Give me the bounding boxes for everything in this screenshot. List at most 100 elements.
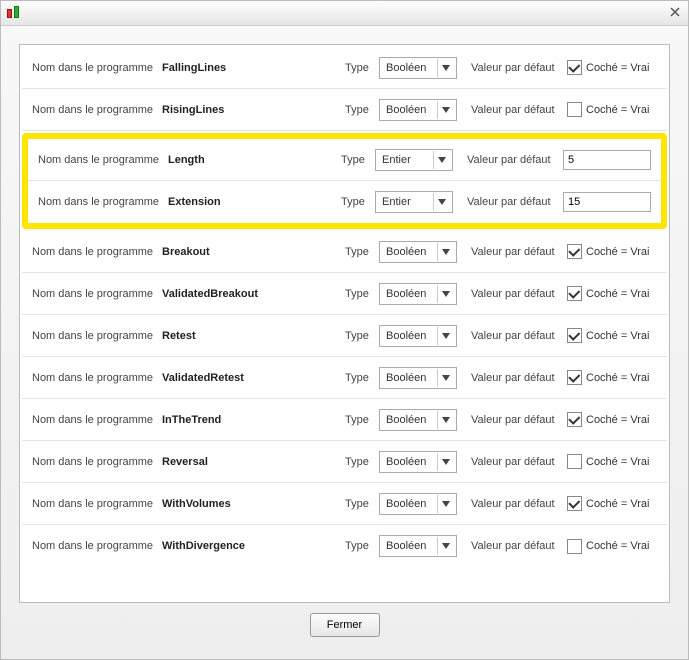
chevron-down-icon [437,453,454,471]
type-label: Type [345,372,379,384]
type-select[interactable]: Booléen [379,535,457,557]
default-checkbox[interactable] [567,412,582,427]
name-label: Nom dans le programme [32,288,162,300]
checked-true-label: Coché = Vrai [586,498,650,510]
chevron-down-icon [437,59,454,77]
default-label: Valeur par défaut [467,154,563,166]
default-checkbox[interactable] [567,328,582,343]
default-checkbox[interactable] [567,454,582,469]
checked-true-label: Coché = Vrai [586,104,650,116]
name-value: Breakout [162,246,345,258]
checked-true-label: Coché = Vrai [586,62,650,74]
chevron-down-icon [437,411,454,429]
type-select[interactable]: Booléen [379,493,457,515]
type-select[interactable]: Booléen [379,57,457,79]
default-label: Valeur par défaut [471,288,567,300]
name-label: Nom dans le programme [32,372,162,384]
type-select-value: Booléen [386,456,426,468]
default-label: Valeur par défaut [471,414,567,426]
type-label: Type [345,62,379,74]
type-label: Type [345,456,379,468]
default-label: Valeur par défaut [471,456,567,468]
default-label: Valeur par défaut [467,196,563,208]
param-row: Nom dans le programmeLengthType Entier Val… [28,139,661,181]
default-checkbox-wrap: Coché = Vrai [567,328,657,343]
type-select-value: Entier [382,154,411,166]
type-select-value: Booléen [386,498,426,510]
type-label: Type [341,196,375,208]
param-row: Nom dans le programmeWithVolumesTypeBool… [22,483,667,525]
default-checkbox-wrap: Coché = Vrai [567,412,657,427]
name-label: Nom dans le programme [32,540,162,552]
default-value-input[interactable] [563,192,651,212]
type-select-value: Booléen [386,246,426,258]
checked-true-label: Coché = Vrai [586,540,650,552]
name-label: Nom dans le programme [32,62,162,74]
name-value: ValidatedBreakout [162,288,345,300]
default-checkbox[interactable] [567,539,582,554]
type-select-value: Booléen [386,414,426,426]
type-select[interactable]: Booléen [379,99,457,121]
name-value: WithDivergence [162,540,345,552]
name-label: Nom dans le programme [38,154,168,166]
default-checkbox-wrap: Coché = Vrai [567,539,657,554]
chevron-down-icon [437,327,454,345]
type-select-value: Entier [382,196,411,208]
default-checkbox[interactable] [567,370,582,385]
chevron-down-icon [437,285,454,303]
name-label: Nom dans le programme [32,456,162,468]
type-select[interactable]: Booléen [379,283,457,305]
name-value: Extension [168,196,341,208]
type-select-value: Booléen [386,104,426,116]
name-value: ValidatedRetest [162,372,345,384]
app-icon [7,8,21,18]
name-value: InTheTrend [162,414,345,426]
chevron-down-icon [433,193,450,211]
param-row: Nom dans le programmeWithDivergenceTypeB… [22,525,667,567]
name-value: Length [168,154,341,166]
default-checkbox-wrap: Coché = Vrai [567,60,657,75]
default-label: Valeur par défaut [471,540,567,552]
default-checkbox[interactable] [567,286,582,301]
default-checkbox[interactable] [567,102,582,117]
default-label: Valeur par défaut [471,330,567,342]
type-label: Type [341,154,375,166]
type-select[interactable]: Booléen [379,451,457,473]
name-label: Nom dans le programme [32,246,162,258]
type-select[interactable]: Booléen [379,409,457,431]
type-select[interactable]: Booléen [379,367,457,389]
chevron-down-icon [433,151,450,169]
type-select[interactable]: Booléen [379,325,457,347]
checked-true-label: Coché = Vrai [586,288,650,300]
default-checkbox[interactable] [567,244,582,259]
param-row: Nom dans le programmeValidatedBreakoutTy… [22,273,667,315]
default-checkbox[interactable] [567,496,582,511]
name-value: Reversal [162,456,345,468]
chevron-down-icon [437,243,454,261]
type-select[interactable]: Entier [375,191,453,213]
default-label: Valeur par défaut [471,104,567,116]
name-label: Nom dans le programme [32,104,162,116]
chevron-down-icon [437,537,454,555]
type-select-value: Booléen [386,62,426,74]
default-checkbox-wrap: Coché = Vrai [567,496,657,511]
name-value: RisingLines [162,104,345,116]
type-select-value: Booléen [386,288,426,300]
default-label: Valeur par défaut [471,62,567,74]
close-button[interactable]: Fermer [310,613,380,637]
default-value-input[interactable] [563,150,651,170]
default-checkbox-wrap: Coché = Vrai [567,370,657,385]
type-select[interactable]: Booléen [379,241,457,263]
default-checkbox[interactable] [567,60,582,75]
close-icon[interactable] [666,4,684,20]
type-select-value: Booléen [386,372,426,384]
name-value: FallingLines [162,62,345,74]
type-label: Type [345,246,379,258]
param-row: Nom dans le programmeRetestTypeBooléenVa… [22,315,667,357]
dialog-footer: Fermer [19,603,670,641]
name-label: Nom dans le programme [32,498,162,510]
type-select[interactable]: Entier [375,149,453,171]
titlebar [1,1,688,26]
name-value: WithVolumes [162,498,345,510]
type-label: Type [345,330,379,342]
